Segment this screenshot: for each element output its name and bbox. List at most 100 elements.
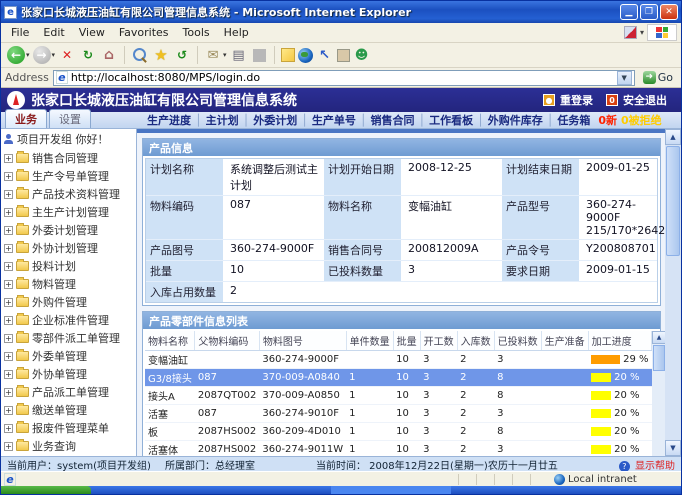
column-header[interactable]: 已投料数 (494, 331, 541, 351)
column-header[interactable]: 单件数量 (346, 331, 393, 351)
expand-icon[interactable]: + (4, 172, 13, 181)
expand-icon[interactable]: + (4, 244, 13, 253)
nav-item-7[interactable]: 任务箱 (557, 112, 590, 128)
expand-icon[interactable]: + (4, 406, 13, 415)
stop-icon[interactable]: ✕ (58, 46, 76, 64)
tree-item-缴送单管理[interactable]: +缴送单管理 (1, 401, 136, 419)
tree-item-外委计划管理[interactable]: +外委计划管理 (1, 221, 136, 239)
tree-item-物料管理[interactable]: +物料管理 (1, 275, 136, 293)
forward-dropdown-icon[interactable]: ▾ (52, 51, 56, 59)
history-icon[interactable]: ↺ (173, 46, 191, 64)
table-row[interactable]: G3/8接头087370-009-A084011032820 % (145, 369, 652, 387)
menu-help[interactable]: Help (218, 24, 255, 41)
nav-item-6[interactable]: 外购件库存 (488, 112, 543, 128)
table-row[interactable]: 板2087HS002360-209-4D01011032820 % (145, 423, 652, 441)
expand-icon[interactable]: + (4, 208, 13, 217)
mail-dropdown-icon[interactable]: ▾ (223, 51, 227, 59)
column-header[interactable]: 加工进度 (588, 331, 651, 351)
back-icon[interactable]: ← (7, 46, 25, 64)
tree-item-企业标准件管理[interactable]: +企业标准件管理 (1, 311, 136, 329)
table-row[interactable]: 变幅油缸360-274-9000F1032329 % (145, 351, 652, 369)
address-input[interactable]: e http://localhost:8080/MPS/login.do ▼ (53, 70, 635, 86)
column-header[interactable]: 批量 (393, 331, 420, 351)
refresh-icon[interactable]: ↻ (79, 46, 97, 64)
column-header[interactable]: 物料名称 (145, 331, 195, 351)
tree-item-生产令号单管理[interactable]: +生产令号单管理 (1, 167, 136, 185)
taskbar-button-fragment[interactable] (331, 486, 451, 494)
menu-edit[interactable]: Edit (37, 24, 70, 41)
forward-icon[interactable]: → (33, 46, 51, 64)
tree-item-外委单管理[interactable]: +外委单管理 (1, 347, 136, 365)
mail-icon[interactable]: ✉ (204, 46, 222, 64)
go-button[interactable]: ➜ Go (639, 71, 677, 84)
menu-file[interactable]: File (5, 24, 35, 41)
page-vscrollbar[interactable]: ▲ ▼ (665, 129, 681, 456)
expand-icon[interactable]: + (4, 370, 13, 379)
expand-icon[interactable]: + (4, 154, 13, 163)
scroll-up-icon[interactable]: ▲ (665, 129, 681, 145)
windows-taskbar[interactable] (1, 486, 681, 494)
scrollbar-thumb[interactable] (653, 345, 665, 371)
nav-item-0[interactable]: 生产进度 (147, 112, 191, 128)
tree-item-零部件派工单管理[interactable]: +零部件派工单管理 (1, 329, 136, 347)
tree-item-主生产计划管理[interactable]: +主生产计划管理 (1, 203, 136, 221)
column-header[interactable]: 生产准备 (541, 331, 588, 351)
browser-globe-icon[interactable] (298, 48, 313, 63)
expand-icon[interactable]: + (4, 298, 13, 307)
column-header[interactable]: 物料图号 (259, 331, 346, 351)
maximize-button[interactable]: ❐ (640, 4, 658, 20)
nav-item-1[interactable]: 主计划 (206, 112, 239, 128)
address-dropdown-icon[interactable]: ▼ (617, 71, 632, 85)
favorites-icon[interactable]: ★ (152, 46, 170, 64)
scrollbar-thumb[interactable] (666, 146, 680, 256)
nav-item-5[interactable]: 工作看板 (429, 112, 473, 128)
expand-icon[interactable]: + (4, 226, 13, 235)
table-row[interactable]: 接头A2087QT002370-009-A085011032820 % (145, 387, 652, 405)
scroll-down-icon[interactable]: ▼ (665, 440, 681, 456)
tab-业务[interactable]: 业务 (5, 109, 47, 128)
tree-item-外协单管理[interactable]: +外协单管理 (1, 365, 136, 383)
tab-设置[interactable]: 设置 (49, 109, 91, 128)
search-icon[interactable] (131, 46, 149, 64)
nav-item-3[interactable]: 生产单号 (312, 112, 356, 128)
tree-item-业务查询[interactable]: +业务查询 (1, 437, 136, 455)
minimize-button[interactable]: ▁ (620, 4, 638, 20)
show-help-link[interactable]: 显示帮助 (635, 461, 675, 472)
pdf-addon-icon[interactable] (624, 26, 637, 39)
messenger-icon[interactable]: ☻ (353, 46, 371, 64)
expand-icon[interactable]: + (4, 280, 13, 289)
column-header[interactable]: 入库数 (457, 331, 494, 351)
logout-button[interactable]: 安全退出 (623, 92, 667, 108)
home-icon[interactable]: ⌂ (100, 46, 118, 64)
tree-item-报废件管理菜单[interactable]: +报废件管理菜单 (1, 419, 136, 437)
expand-icon[interactable]: + (4, 334, 13, 343)
menu-view[interactable]: View (73, 24, 111, 41)
close-button[interactable]: ✕ (660, 4, 678, 20)
table-row[interactable]: 活塞087360-274-9010F11032320 % (145, 405, 652, 423)
research-icon[interactable] (337, 49, 350, 62)
tree-item-外协计划管理[interactable]: +外协计划管理 (1, 239, 136, 257)
menu-tools[interactable]: Tools (177, 24, 216, 41)
menu-favorites[interactable]: Favorites (113, 24, 175, 41)
nav-item-2[interactable]: 外委计划 (253, 112, 297, 128)
expand-icon[interactable]: + (4, 316, 13, 325)
expand-icon[interactable]: + (4, 424, 13, 433)
expand-icon[interactable]: + (4, 352, 13, 361)
table-row[interactable]: 活塞体2087HS002360-274-9011W11032320 % (145, 441, 652, 457)
tree-item-产品派工单管理[interactable]: +产品派工单管理 (1, 383, 136, 401)
expand-icon[interactable]: + (4, 388, 13, 397)
addon-dropdown-icon[interactable]: ▾ (640, 28, 644, 37)
quick-launch-arrow-icon[interactable]: ↖ (316, 46, 334, 64)
expand-icon[interactable]: + (4, 262, 13, 271)
scroll-up-icon[interactable]: ▲ (652, 331, 665, 344)
print-icon[interactable]: ▤ (230, 46, 248, 64)
tree-item-销售合同管理[interactable]: +销售合同管理 (1, 149, 136, 167)
start-button-fragment[interactable] (1, 486, 91, 494)
tree-item-产品技术资料管理[interactable]: +产品技术资料管理 (1, 185, 136, 203)
column-header[interactable]: 开工数 (420, 331, 457, 351)
relogin-button[interactable]: 重登录 (560, 92, 593, 108)
nav-item-4[interactable]: 销售合同 (371, 112, 415, 128)
edit-icon[interactable] (253, 49, 266, 62)
parts-table-vscrollbar[interactable]: ▲ ▼ (652, 331, 665, 456)
tree-item-外购件管理[interactable]: +外购件管理 (1, 293, 136, 311)
